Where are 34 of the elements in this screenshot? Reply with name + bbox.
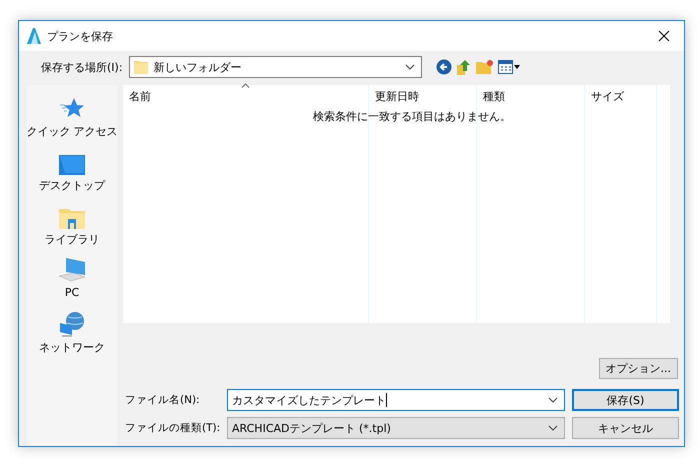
desktop-icon — [59, 155, 85, 175]
options-button[interactable]: オプション... — [598, 358, 678, 379]
file-type-label: ファイルの種類(T): — [124, 421, 222, 435]
cancel-button[interactable]: キャンセル — [572, 417, 679, 439]
folder-icon — [59, 207, 85, 229]
column-header[interactable]: 更新日時 — [369, 85, 477, 107]
computer-icon — [58, 257, 86, 283]
sidebar-item[interactable]: デスクトップ — [39, 147, 105, 201]
app-logo-icon — [27, 28, 41, 44]
save-button[interactable]: 保存(S) — [572, 389, 679, 411]
back-icon[interactable] — [436, 59, 452, 75]
column-header[interactable]: 種類 — [477, 85, 585, 107]
up-folder-icon[interactable] — [456, 59, 472, 75]
close-icon — [658, 30, 670, 42]
sidebar-item[interactable]: ライブラリ — [44, 201, 100, 255]
file-name-field[interactable]: カスタマイズしたテンプレート — [227, 389, 565, 411]
location-dropdown[interactable]: 新しいフォルダー — [128, 56, 422, 78]
chevron-down-icon — [548, 425, 558, 431]
chevron-down-icon — [548, 397, 558, 403]
empty-message: 検索条件に一致する項目はありません。 — [313, 109, 511, 124]
new-folder-icon[interactable] — [476, 60, 494, 74]
file-name-label: ファイル名(N): — [124, 393, 201, 407]
location-label: 保存する場所(I): — [41, 60, 123, 74]
view-menu-icon[interactable] — [498, 60, 520, 74]
network-icon — [58, 311, 86, 337]
sidebar-item[interactable]: ネットワーク — [39, 309, 105, 363]
column-header[interactable]: 名前 — [123, 85, 369, 107]
folder-icon — [134, 60, 148, 74]
window-title: プランを保存 — [47, 28, 114, 44]
sidebar-item[interactable]: PC — [58, 255, 86, 309]
file-type-dropdown[interactable]: ARCHICADテンプレート (*.tpl) — [227, 417, 565, 439]
sidebar-item[interactable]: クイック アクセス — [26, 93, 118, 147]
chevron-down-icon — [404, 64, 415, 70]
column-header[interactable]: サイズ — [585, 85, 657, 107]
